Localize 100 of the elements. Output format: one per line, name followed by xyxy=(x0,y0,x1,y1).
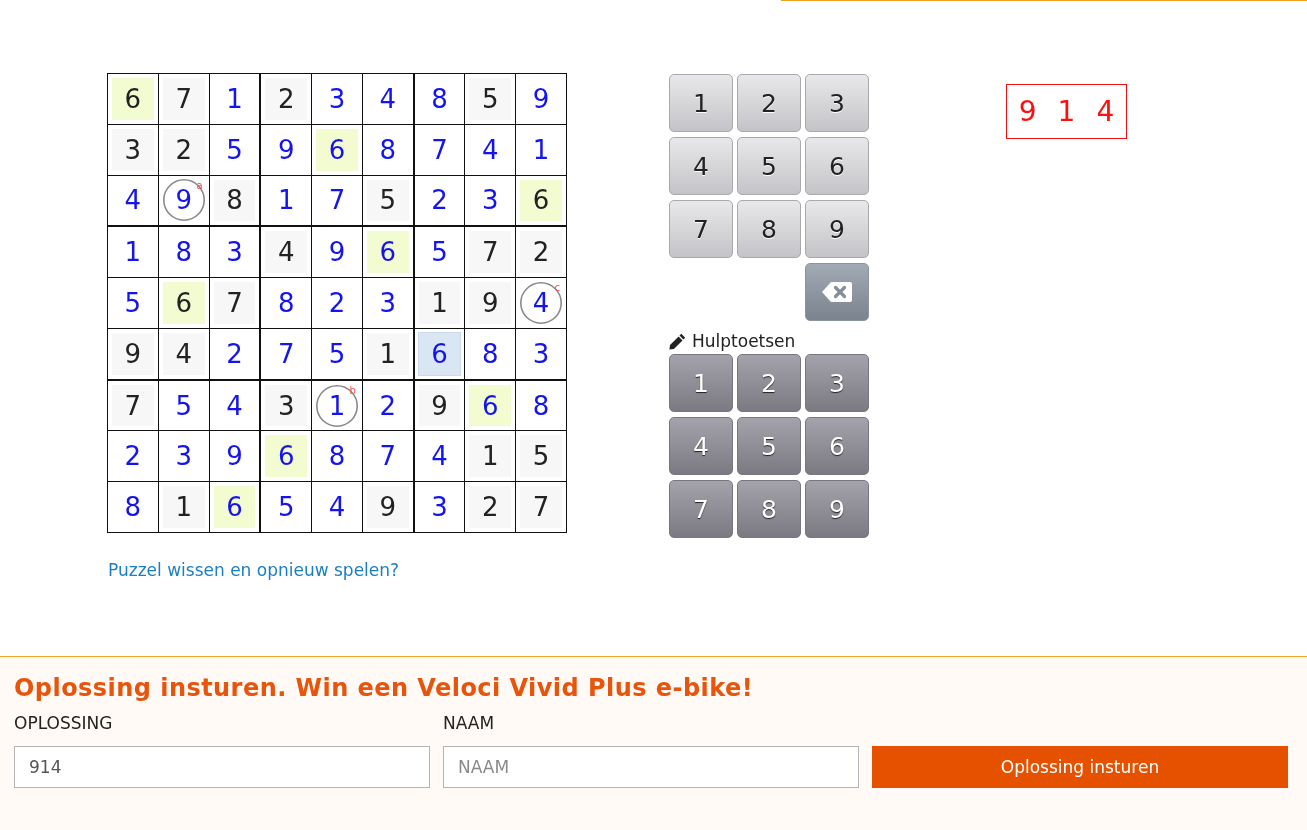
sudoku-cell[interactable]: 6 xyxy=(312,124,362,175)
sudoku-cell[interactable]: 7 xyxy=(362,431,413,482)
number-key[interactable]: 6 xyxy=(805,137,869,195)
sudoku-cell[interactable]: 4 xyxy=(261,227,312,278)
sudoku-cell[interactable]: 4 xyxy=(362,74,413,124)
marker-letter: a xyxy=(196,180,203,191)
reset-link[interactable]: Puzzel wissen en opnieuw spelen? xyxy=(108,560,400,580)
sudoku-cell[interactable]: 1 xyxy=(362,328,413,379)
sudoku-cell[interactable]: 8 xyxy=(158,227,209,278)
ring-icon xyxy=(520,282,563,324)
sudoku-cell[interactable]: 1 xyxy=(158,482,209,532)
sudoku-cell[interactable]: 6 xyxy=(209,482,260,532)
number-key[interactable]: 1 xyxy=(669,74,733,132)
sudoku-cell[interactable]: 4 xyxy=(414,431,465,482)
sudoku-cell[interactable]: 3 xyxy=(261,380,312,431)
sudoku-cell[interactable]: 7 xyxy=(261,328,312,379)
sudoku-cell[interactable]: 9 xyxy=(312,227,362,278)
number-key[interactable]: 4 xyxy=(669,137,733,195)
number-key[interactable]: 9 xyxy=(805,200,869,258)
sudoku-cell[interactable]: 6 xyxy=(261,431,312,482)
sudoku-cell[interactable]: 5 xyxy=(414,227,465,278)
number-key[interactable]: 5 xyxy=(737,137,801,195)
sudoku-cell[interactable]: 6 xyxy=(362,227,413,278)
sudoku-cell[interactable]: 2 xyxy=(158,124,209,175)
number-key[interactable]: 2 xyxy=(737,74,801,132)
sudoku-cell[interactable]: 6 xyxy=(108,74,158,124)
sudoku-cell[interactable]: 3 xyxy=(108,124,158,175)
sudoku-cell[interactable]: 7 xyxy=(516,482,566,532)
sudoku-cell[interactable]: 8 xyxy=(261,278,312,328)
sudoku-cell[interactable]: 5 xyxy=(209,124,260,175)
sudoku-cell[interactable]: 6 xyxy=(516,175,566,226)
sudoku-cell[interactable]: 3 xyxy=(516,328,566,379)
sudoku-cell[interactable]: 1 xyxy=(414,278,465,328)
sudoku-cell[interactable]: 8 xyxy=(209,175,260,226)
sudoku-cell[interactable]: 7 xyxy=(312,175,362,226)
sudoku-cell[interactable]: 2 xyxy=(209,328,260,379)
sudoku-cell[interactable]: 9 xyxy=(414,380,465,431)
sudoku-cell[interactable]: 8 xyxy=(108,482,158,532)
sudoku-cell[interactable]: 5 xyxy=(516,431,566,482)
number-key[interactable]: 3 xyxy=(805,74,869,132)
marker-letter: b xyxy=(349,385,356,396)
sudoku-cell[interactable]: 1 xyxy=(108,227,158,278)
sudoku-cell[interactable]: 9 xyxy=(465,278,516,328)
field-label: OPLOSSING xyxy=(14,712,114,734)
sudoku-cell[interactable]: 4 xyxy=(108,175,158,226)
sudoku-cell[interactable]: 7 xyxy=(465,227,516,278)
sudoku-cell[interactable]: 2 xyxy=(465,482,516,532)
sudoku-cell[interactable]: 3 xyxy=(414,482,465,532)
sudoku-cell[interactable]: 6 xyxy=(465,380,516,431)
sudoku-cell[interactable]: 4 xyxy=(209,380,260,431)
sudoku-cell[interactable]: 3 xyxy=(465,175,516,226)
text-input[interactable]: 914 xyxy=(14,746,430,788)
sudoku-cell[interactable]: 7 xyxy=(158,74,209,124)
sudoku-cell[interactable]: 5 xyxy=(261,482,312,532)
sudoku-cell[interactable]: 9 xyxy=(209,431,260,482)
sudoku-cell[interactable]: 8 xyxy=(516,380,566,431)
sudoku-cell[interactable]: 8 xyxy=(312,431,362,482)
sudoku-cell[interactable]: 4 xyxy=(158,328,209,379)
sudoku-cell[interactable]: 1 xyxy=(209,74,260,124)
sudoku-cell[interactable]: 3 xyxy=(362,278,413,328)
marker-letter: c xyxy=(554,283,560,294)
sudoku-cell[interactable]: 3 xyxy=(158,431,209,482)
sudoku-cell[interactable]: 7 xyxy=(209,278,260,328)
sudoku-cell[interactable]: 3 xyxy=(312,74,362,124)
answer-digit: 1 xyxy=(1057,95,1076,128)
sudoku-cell[interactable]: 9 xyxy=(261,124,312,175)
sudoku-cell[interactable]: 2 xyxy=(362,380,413,431)
sudoku-cell[interactable]: 9 xyxy=(516,74,566,124)
sudoku-cell[interactable]: 8 xyxy=(414,74,465,124)
sudoku-cell[interactable]: 2 xyxy=(261,74,312,124)
sudoku-cell[interactable]: 9 xyxy=(362,482,413,532)
hint-keys-label: Hulptoetsen xyxy=(692,331,796,351)
ring-icon xyxy=(316,384,358,427)
sudoku-cell[interactable]: 8 xyxy=(362,124,413,175)
text-input[interactable]: NAAM xyxy=(443,746,859,788)
sudoku-cell[interactable]: 5 xyxy=(465,74,516,124)
sudoku-cell[interactable]: 1 xyxy=(516,124,566,175)
sudoku-cell[interactable]: 1 xyxy=(465,431,516,482)
number-key[interactable]: 7 xyxy=(669,200,733,258)
sudoku-cell[interactable]: 7 xyxy=(108,380,158,431)
sudoku-cell[interactable]: 2 xyxy=(108,431,158,482)
sudoku-cell[interactable]: 5 xyxy=(312,328,362,379)
sudoku-cell[interactable]: 2 xyxy=(516,227,566,278)
sudoku-cell[interactable]: 4 xyxy=(312,482,362,532)
sudoku-cell[interactable]: 4 xyxy=(465,124,516,175)
sudoku-cell[interactable]: 2 xyxy=(414,175,465,226)
sudoku-cell[interactable]: 5 xyxy=(158,380,209,431)
sudoku-cell[interactable]: 9 xyxy=(108,328,158,379)
sudoku-cell[interactable]: 1 xyxy=(261,175,312,226)
sudoku-cell[interactable]: 2 xyxy=(312,278,362,328)
sudoku-cell[interactable]: 6 xyxy=(414,328,465,379)
submit-button[interactable]: Oplossing insturen xyxy=(872,746,1288,788)
sudoku-cell[interactable]: 3 xyxy=(209,227,260,278)
sudoku-cell[interactable]: 6 xyxy=(158,278,209,328)
backspace-key[interactable] xyxy=(805,263,869,321)
number-key[interactable]: 8 xyxy=(737,200,801,258)
sudoku-cell[interactable]: 5 xyxy=(108,278,158,328)
sudoku-cell[interactable]: 7 xyxy=(414,124,465,175)
sudoku-cell[interactable]: 8 xyxy=(465,328,516,379)
sudoku-cell[interactable]: 5 xyxy=(362,175,413,226)
